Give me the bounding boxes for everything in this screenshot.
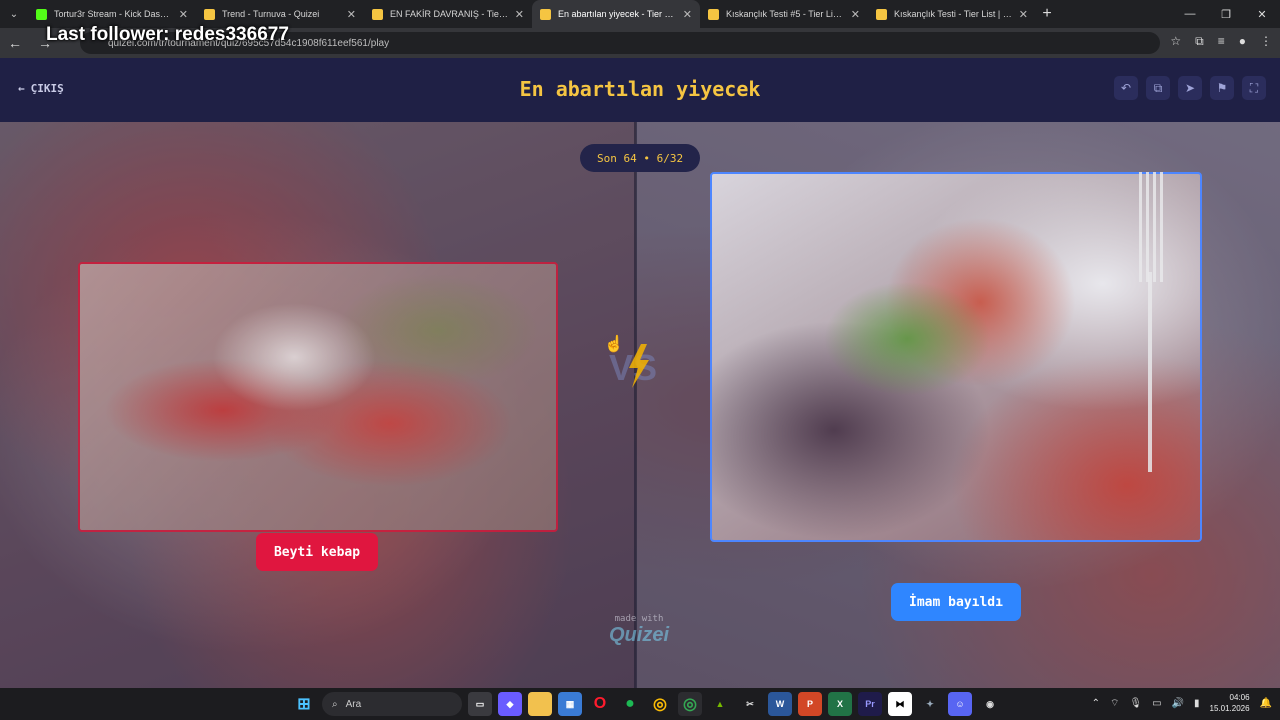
capcut-icon[interactable]: ⧓: [888, 692, 912, 716]
close-tab-icon[interactable]: ✕: [347, 8, 356, 21]
file-explorer-icon[interactable]: [528, 692, 552, 716]
browser-tab[interactable]: EN FAKİR DAVRANIŞ - Tier List ✕: [364, 0, 532, 28]
right-option-button[interactable]: İmam bayıldı: [891, 583, 1021, 621]
discord-icon[interactable]: ☺: [948, 692, 972, 716]
search-icon: ⌕: [332, 698, 338, 710]
tab-title: Trend - Turnuva - Quizei: [222, 9, 320, 19]
page-title: En abartılan yiyecek: [519, 77, 761, 101]
share-icon[interactable]: ➤: [1178, 76, 1202, 100]
clock-date: 15.01.2026: [1209, 704, 1250, 713]
back-icon[interactable]: ←: [0, 35, 30, 51]
windows-taskbar: ⊞ ⌕ Ara ▭ ◆ ▦ O ● ◎ ◎ ▲ ✂ W P X Pr ⧓ ✦ ☺…: [0, 688, 1280, 720]
search-placeholder: Ara: [345, 698, 362, 710]
close-tab-icon[interactable]: ✕: [515, 8, 524, 21]
favicon-icon: [876, 8, 887, 20]
flag-icon[interactable]: ⚑: [1210, 76, 1234, 100]
premiere-icon[interactable]: Pr: [858, 692, 882, 716]
tab-title: Kıskançlık Testi - Tier List | Kör S: [894, 9, 1013, 19]
profile-avatar[interactable]: ●: [1239, 34, 1246, 49]
close-window-icon[interactable]: ✕: [1244, 0, 1280, 28]
nvidia-icon[interactable]: ▲: [708, 692, 732, 716]
volume-icon[interactable]: 🔊: [1172, 698, 1184, 709]
taskbar-search[interactable]: ⌕ Ara: [322, 692, 462, 716]
copy-icon[interactable]: ⧉: [1146, 76, 1170, 100]
center-divider: [634, 122, 637, 688]
media-icon[interactable]: ≡: [1218, 34, 1225, 49]
powerpoint-icon[interactable]: P: [798, 692, 822, 716]
new-tab-button[interactable]: +: [1036, 5, 1058, 23]
favicon-icon: [204, 8, 215, 20]
browser-tab[interactable]: Kıskançlık Testi #5 - Tier List | K ✕: [700, 0, 868, 28]
favicon-icon: [708, 8, 719, 20]
undo-icon[interactable]: ↶: [1114, 76, 1138, 100]
matchup-stage: Son 64 • 6/32 Beyti kebap İmam bayıldı V…: [0, 122, 1280, 688]
tab-search-icon[interactable]: ⌄: [0, 0, 28, 28]
stream-overlay-text: Last follower: redes336677: [46, 24, 289, 45]
made-with-watermark: made with Quizei: [598, 614, 680, 647]
restore-icon[interactable]: ❐: [1208, 0, 1244, 28]
favicon-icon: [36, 8, 47, 20]
fullscreen-icon[interactable]: ⛶: [1242, 76, 1266, 100]
tab-title: Kıskançlık Testi #5 - Tier List | K: [726, 9, 845, 19]
browser-tab[interactable]: Kıskançlık Testi - Tier List | Kör S ✕: [868, 0, 1036, 28]
chrome-icon[interactable]: ◎: [648, 692, 672, 716]
favicon-icon: [372, 8, 383, 20]
notification-icon[interactable]: 🔔: [1260, 698, 1272, 709]
right-option-image[interactable]: [710, 172, 1202, 542]
more-menu-icon[interactable]: ⋮: [1260, 34, 1272, 49]
clock-time: 04:06: [1229, 693, 1250, 702]
fork-icon: [1139, 172, 1163, 472]
start-icon[interactable]: ⊞: [292, 692, 316, 716]
store-icon[interactable]: ▦: [558, 692, 582, 716]
app-header: ← ÇIKIŞ En abartılan yiyecek ↶ ⧉ ➤ ⚑ ⛶: [0, 58, 1280, 122]
spotify-icon[interactable]: ●: [618, 692, 642, 716]
excel-icon[interactable]: X: [828, 692, 852, 716]
tab-title: EN FAKİR DAVRANIŞ - Tier List: [390, 9, 509, 19]
favicon-icon: [540, 8, 551, 20]
minimize-icon[interactable]: —: [1172, 0, 1208, 28]
obs-icon[interactable]: ◉: [978, 692, 1002, 716]
left-option-image[interactable]: [78, 262, 558, 532]
clock[interactable]: 04:06 15.01.2026: [1210, 692, 1250, 714]
monitor-icon[interactable]: ▭: [1152, 698, 1161, 709]
round-badge: Son 64 • 6/32: [580, 144, 701, 172]
microphone-icon[interactable]: 🎙: [1129, 698, 1142, 709]
bookmark-star-icon[interactable]: ☆: [1170, 34, 1181, 49]
close-tab-icon[interactable]: ✕: [683, 8, 692, 21]
left-option-button[interactable]: Beyti kebap: [256, 533, 378, 571]
task-view-icon[interactable]: ▭: [468, 692, 492, 716]
close-tab-icon[interactable]: ✕: [851, 8, 860, 21]
opera-icon[interactable]: O: [588, 692, 612, 716]
browser-tab[interactable]: En abartılan yiyecek - Tier List, T ✕: [532, 0, 700, 28]
network-icon[interactable]: ⌔: [1110, 697, 1119, 710]
chrome-active-icon[interactable]: ◎: [678, 692, 702, 716]
tray-chevron-icon[interactable]: ⌃: [1092, 698, 1100, 709]
made-with-text: made with: [614, 614, 664, 624]
word-icon[interactable]: W: [768, 692, 792, 716]
quizei-logo: Quizei: [608, 624, 669, 646]
tab-title: Tortur3r Stream - Kick Dashbo: [54, 9, 173, 19]
close-tab-icon[interactable]: ✕: [1019, 8, 1028, 21]
mouse-cursor-icon: ☝: [604, 336, 624, 353]
battery-icon[interactable]: ▮: [1194, 698, 1200, 709]
snipping-icon[interactable]: ✂: [738, 692, 762, 716]
app-icon[interactable]: ✦: [918, 692, 942, 716]
close-tab-icon[interactable]: ✕: [179, 8, 188, 21]
copilot-icon[interactable]: ◆: [498, 692, 522, 716]
extensions-icon[interactable]: ⧉: [1195, 34, 1204, 49]
tab-title: En abartılan yiyecek - Tier List, T: [558, 9, 677, 19]
